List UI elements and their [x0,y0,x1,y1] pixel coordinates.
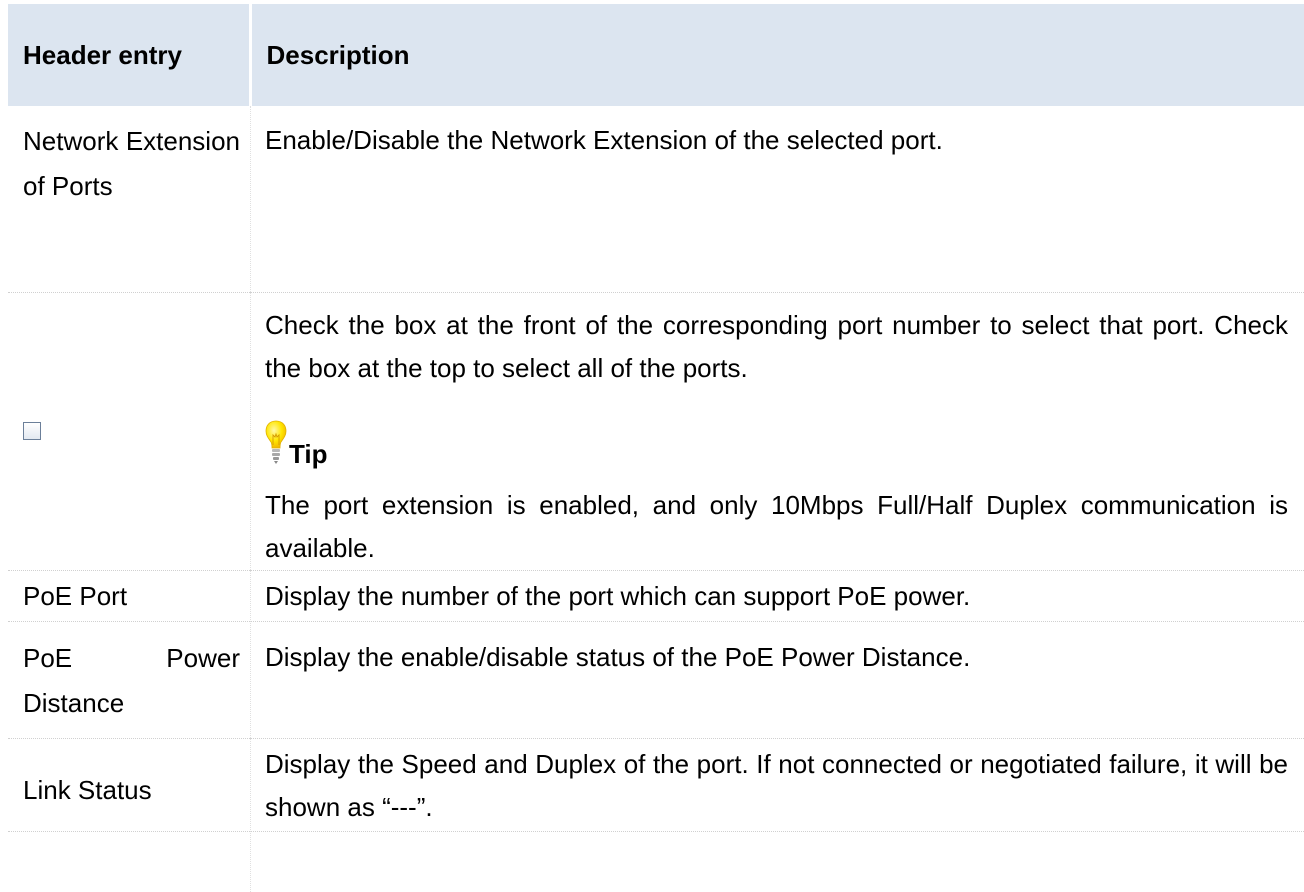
lightbulb-icon [265,420,287,464]
tip-note: Tip The port extension is enabled, and o… [265,419,1288,570]
table-row: PoE Port Display the number of the port … [8,570,1304,622]
description-heading: Description [248,4,1304,106]
tip-label: Tip [289,439,328,469]
tip-text: The port extension is enabled, and only … [265,490,1288,563]
entry-cell: Link Status [8,738,250,832]
table-header-row: Header entry Description [8,4,1304,106]
checkbox-icon [23,422,41,440]
table-row: PoE Power Distance Display the enable/di… [8,621,1304,739]
description-cell: Display the Speed and Duplex of the port… [250,738,1304,832]
entry-cell: PoE Power Distance [8,621,250,739]
table-row: Network Extension of Ports Enable/Disabl… [8,106,1304,293]
table-row: Check the box at the front of the corres… [8,292,1304,571]
entry-cell: Network Extension of Ports [8,106,250,293]
description-cell: Enable/Disable the Network Extension of … [250,106,1304,293]
description-cell: Display the enable/disable status of the… [250,621,1304,739]
entry-cell: PoE Port [8,570,250,622]
description-cell: Display the number of the port which can… [250,570,1304,622]
entry-cell [8,292,250,571]
description-text: Check the box at the front of the corres… [265,310,1288,383]
header-entry-heading: Header entry [8,4,250,106]
tip-title: Tip [265,419,1288,469]
description-cell: Check the box at the front of the corres… [250,292,1304,571]
table-row: Link Status Display the Speed and Duplex… [8,738,1304,832]
parameter-table: Header entry Description Network Extensi… [8,4,1304,832]
column-divider [250,106,251,892]
